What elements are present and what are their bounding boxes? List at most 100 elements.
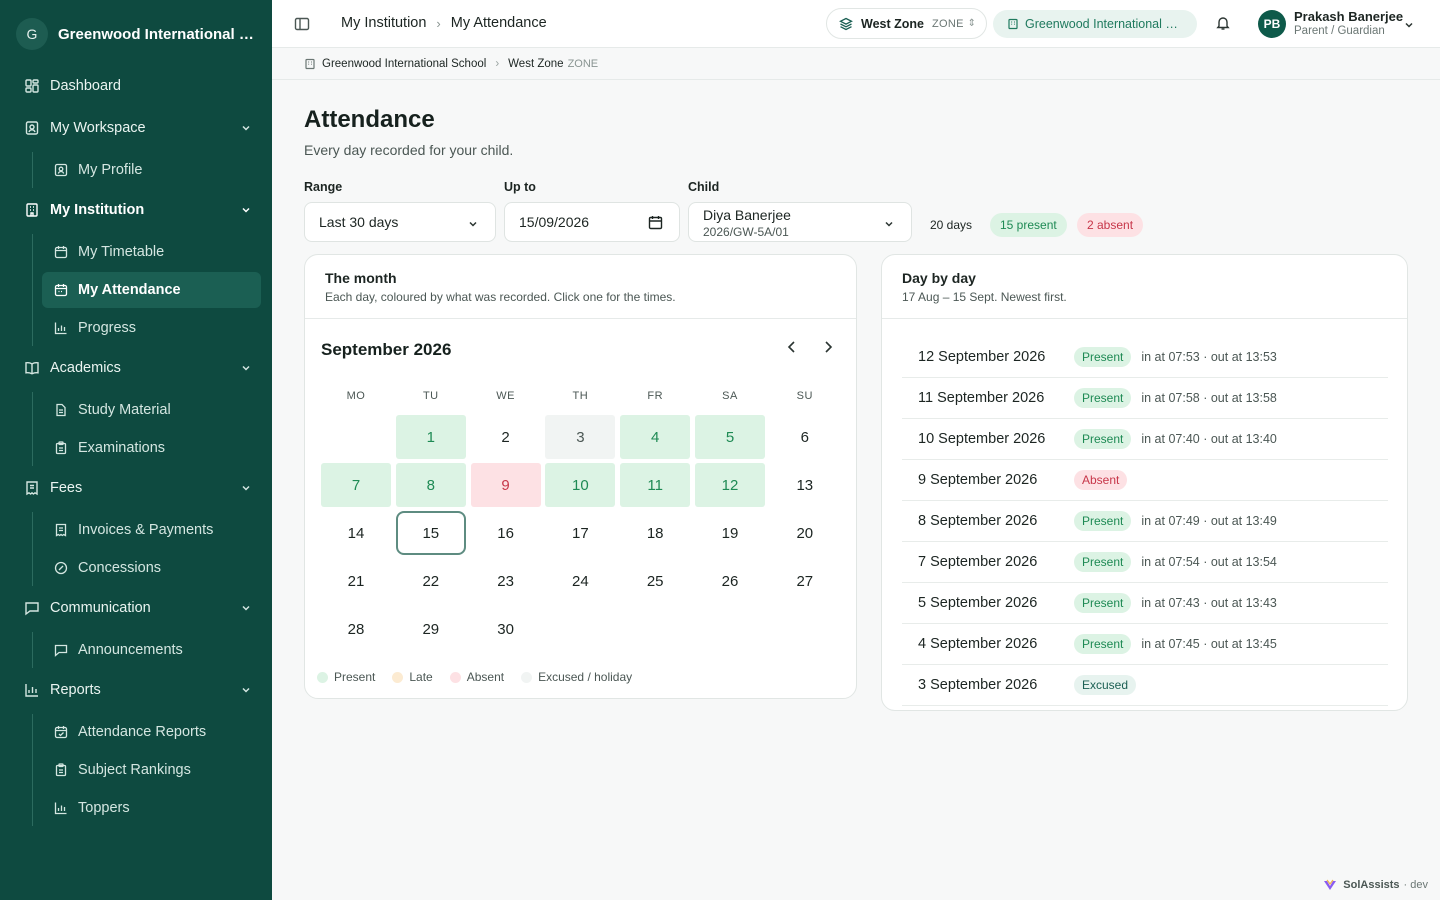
sidebar-item-subject-rankings[interactable]: Subject Rankings xyxy=(42,752,261,788)
bar-chart-icon xyxy=(54,801,68,815)
sidebar-item-academics[interactable]: Academics xyxy=(0,350,272,386)
bell-icon[interactable] xyxy=(1215,15,1231,31)
list-item[interactable]: 12 September 2026 Present in at 07:53 · ou… xyxy=(902,337,1388,378)
calendar-day[interactable]: 21 xyxy=(321,559,391,603)
sidebar-item-my-attendance[interactable]: My Attendance xyxy=(42,272,261,308)
sidebar-item-toppers[interactable]: Toppers xyxy=(42,790,261,826)
legend-label: Excused / holiday xyxy=(538,670,633,684)
calendar-day[interactable]: 27 xyxy=(770,559,840,603)
weekday-label: SU xyxy=(796,390,813,402)
status-badge: Present xyxy=(1074,593,1132,613)
attendance-times: in at 07:45 · out at 13:45 xyxy=(1141,637,1277,651)
sidebar-item-examinations[interactable]: Examinations xyxy=(42,430,261,466)
list-item[interactable]: 9 September 2026 Absent xyxy=(902,460,1388,501)
chevron-down-icon xyxy=(240,362,252,374)
day-by-day-card: Day by day 17 Aug – 15 Sept. Newest firs… xyxy=(881,254,1408,711)
chevron-down-icon xyxy=(240,602,252,614)
sidebar-item-fees[interactable]: Fees xyxy=(0,470,272,506)
calendar-day[interactable]: 3 xyxy=(545,415,616,459)
sidebar-item-communication[interactable]: Communication xyxy=(0,590,272,626)
legend-label: Present xyxy=(334,670,376,684)
chevron-left-icon[interactable] xyxy=(784,339,800,355)
calendar-day[interactable]: 15 xyxy=(395,511,466,555)
calendar-day[interactable]: 29 xyxy=(396,607,466,651)
calendar-day[interactable]: 9 xyxy=(470,463,541,507)
range-value: Last 30 days xyxy=(319,214,399,230)
user-name: Prakash Banerjee xyxy=(1294,9,1404,24)
calendar-day[interactable]: 10 xyxy=(545,463,616,507)
chat-icon xyxy=(54,643,68,657)
sidebar-item-announcements[interactable]: Announcements xyxy=(42,632,261,668)
list-item[interactable]: 11 September 2026 Present in at 07:58 · ou… xyxy=(902,378,1388,419)
calendar-day[interactable]: 30 xyxy=(471,607,541,651)
calendar-day[interactable]: 23 xyxy=(471,559,541,603)
calendar-day[interactable]: 7 xyxy=(321,463,391,507)
calendar-day[interactable]: 14 xyxy=(321,511,391,555)
breadcrumb-my-institution[interactable]: My Institution xyxy=(341,15,426,31)
calendar-icon[interactable] xyxy=(648,215,663,230)
calendar-day[interactable]: 26 xyxy=(695,559,765,603)
calendar-check-icon xyxy=(54,725,68,739)
sidebar-item-dashboard[interactable]: Dashboard xyxy=(0,68,272,104)
avatar[interactable]: PB xyxy=(1258,10,1286,38)
list-item[interactable]: 10 September 2026 Present in at 07:40 · ou… xyxy=(902,419,1388,460)
calendar-day[interactable]: 11 xyxy=(620,463,691,507)
calendar-day[interactable]: 18 xyxy=(620,511,690,555)
calendar-day[interactable]: 22 xyxy=(396,559,466,603)
list-item[interactable]: 3 September 2026 Excused xyxy=(902,665,1388,706)
sidebar-item-concessions[interactable]: Concessions xyxy=(42,550,261,586)
sidebar-item-my-institution[interactable]: My Institution xyxy=(0,192,272,228)
calendar-day[interactable]: 20 xyxy=(770,511,840,555)
legend-swatch xyxy=(317,671,328,683)
building-icon xyxy=(304,58,316,70)
sidebar-item-my-timetable[interactable]: My Timetable xyxy=(42,234,261,270)
sidebar-item-progress[interactable]: Progress xyxy=(42,310,261,346)
calendar-day[interactable]: 4 xyxy=(620,415,691,459)
list-item[interactable]: 4 September 2026 Present in at 07:45 · out… xyxy=(902,624,1388,665)
list-item[interactable]: 7 September 2026 Present in at 07:54 · out… xyxy=(902,542,1388,583)
calendar-day[interactable]: 19 xyxy=(695,511,765,555)
calendar-day[interactable]: 5 xyxy=(694,415,765,459)
zone-switcher[interactable]: West Zone ZONE ⇕ xyxy=(826,8,987,39)
school-switcher[interactable]: Greenwood International School xyxy=(993,10,1197,38)
sidebar-item-label: Toppers xyxy=(78,800,130,816)
sidebar-item-invoices-payments[interactable]: Invoices & Payments xyxy=(42,512,261,548)
sidebar-item-study-material[interactable]: Study Material xyxy=(42,392,261,428)
calendar-day[interactable]: 12 xyxy=(694,463,765,507)
upto-date-input[interactable]: 15/09/2026 xyxy=(504,202,680,242)
calendar-day[interactable]: 17 xyxy=(545,511,615,555)
org-switcher[interactable]: G Greenwood International School xyxy=(16,18,256,50)
calendar-day[interactable]: 28 xyxy=(321,607,391,651)
sidebar-item-label: Communication xyxy=(50,600,151,616)
book-open-icon xyxy=(24,360,40,376)
sidebar-item-label: My Institution xyxy=(50,202,145,218)
building-icon xyxy=(1008,18,1018,30)
building-icon xyxy=(24,202,40,218)
chevron-down-icon xyxy=(240,482,252,494)
sidebar-item-my-workspace[interactable]: My Workspace xyxy=(0,110,272,146)
calendar-day[interactable]: 8 xyxy=(395,463,466,507)
list-item[interactable]: 5 September 2026 Present in at 07:43 · out… xyxy=(902,583,1388,624)
list-item[interactable]: 8 September 2026 Present in at 07:49 · out… xyxy=(902,501,1388,542)
legend-label: Late xyxy=(409,670,433,684)
calendar-day[interactable]: 1 xyxy=(395,415,466,459)
calendar-day[interactable]: 16 xyxy=(471,511,541,555)
calendar-day[interactable]: 13 xyxy=(770,463,840,507)
day-card-title: Day by day xyxy=(902,270,976,286)
sidebar-item-my-profile[interactable]: My Profile xyxy=(42,152,261,188)
child-select[interactable]: Diya Banerjee 2026/GW-5A/01 xyxy=(688,202,912,242)
calendar-day[interactable]: 6 xyxy=(770,415,840,459)
chevron-down-icon[interactable] xyxy=(1403,18,1415,30)
sidebar-item-reports[interactable]: Reports xyxy=(0,672,272,708)
sidebar-toggle-icon[interactable] xyxy=(294,16,310,32)
present-count-badge: 15 present xyxy=(990,213,1067,237)
attendance-date: 11 September 2026 xyxy=(918,390,1045,406)
breadcrumb-school[interactable]: Greenwood International School xyxy=(322,58,486,70)
range-select[interactable]: Last 30 days xyxy=(304,202,496,242)
calendar-day[interactable]: 24 xyxy=(545,559,615,603)
chevron-right-icon[interactable] xyxy=(820,339,836,355)
calendar-day[interactable]: 25 xyxy=(620,559,690,603)
weekday-label: MO xyxy=(346,390,366,402)
calendar-day[interactable]: 2 xyxy=(471,415,541,459)
sidebar-item-attendance-reports[interactable]: Attendance Reports xyxy=(42,714,261,750)
